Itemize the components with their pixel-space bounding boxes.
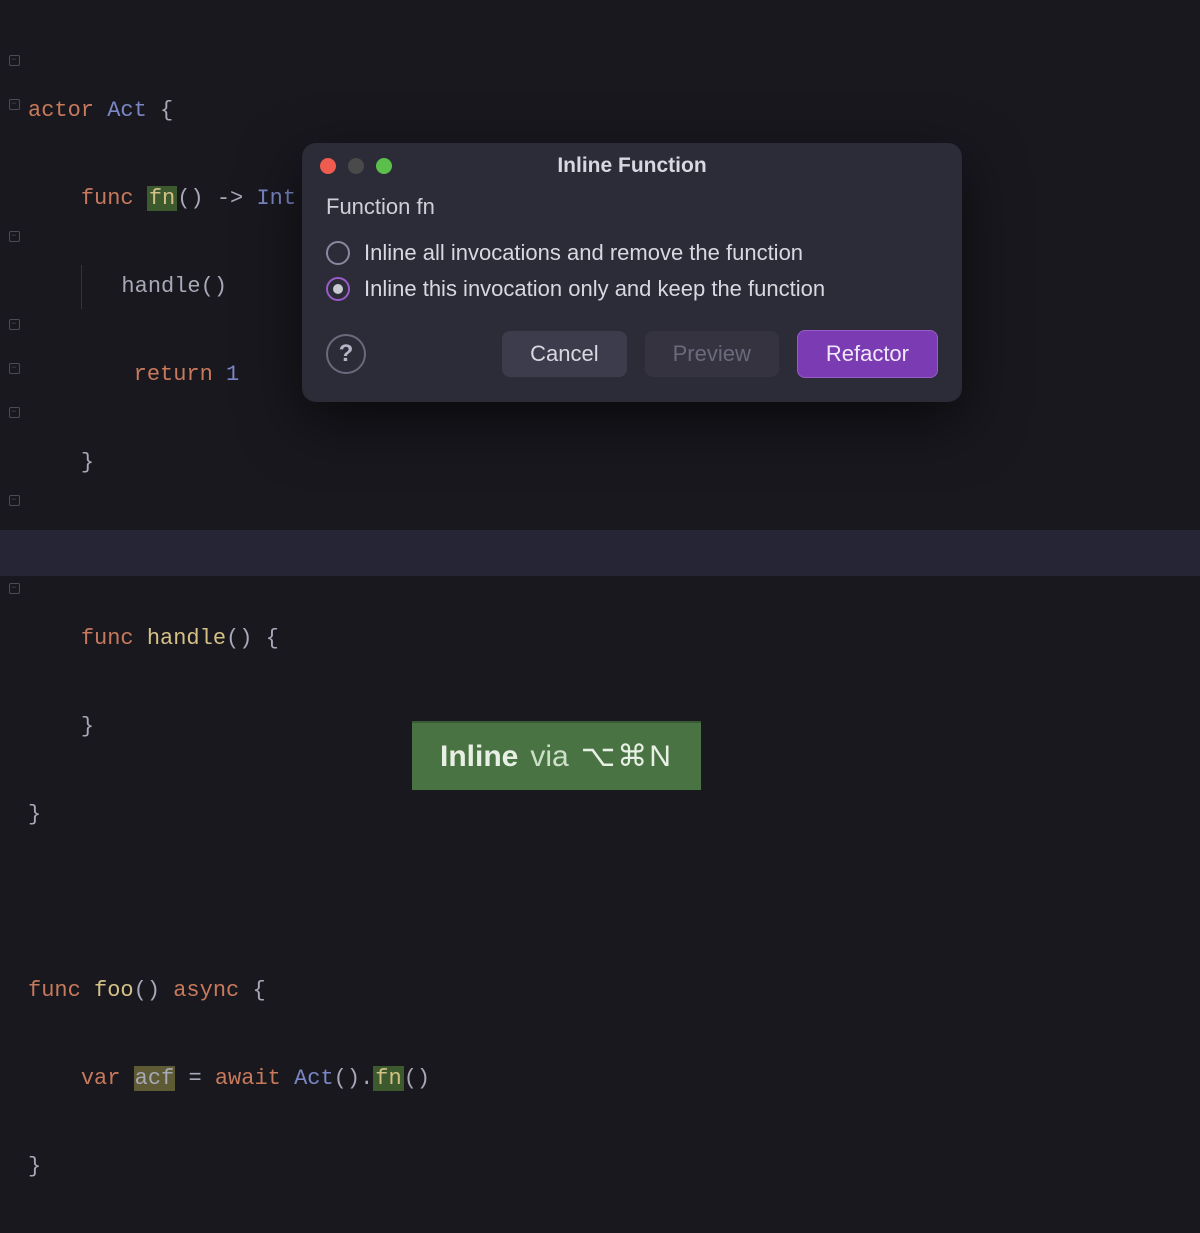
function-name-highlighted: fn: [373, 1066, 403, 1091]
minimize-window-button[interactable]: [348, 158, 364, 174]
keyword: await: [215, 1066, 281, 1091]
parens: (): [134, 978, 160, 1003]
radio-inline-this[interactable]: Inline this invocation only and keep the…: [326, 276, 938, 302]
fold-icon[interactable]: −: [9, 407, 20, 418]
type-name: Act: [107, 98, 147, 123]
brace: }: [81, 450, 94, 475]
parens: (): [404, 1066, 430, 1091]
parens: (): [226, 626, 252, 651]
brace: {: [252, 978, 265, 1003]
parens: (): [334, 1066, 360, 1091]
maximize-window-button[interactable]: [376, 158, 392, 174]
fold-icon[interactable]: −: [9, 583, 20, 594]
dialog-button-row: ? Cancel Preview Refactor: [326, 330, 938, 378]
dialog-title: Inline Function: [302, 154, 962, 178]
radio-label: Inline all invocations and remove the fu…: [364, 240, 803, 266]
parens: (): [177, 186, 203, 211]
fold-icon[interactable]: −: [9, 363, 20, 374]
fold-icon[interactable]: −: [9, 55, 20, 66]
dialog-subtitle: Function fn: [326, 194, 938, 220]
radio-label: Inline this invocation only and keep the…: [364, 276, 825, 302]
dialog-titlebar: Inline Function: [302, 143, 962, 184]
dot: .: [360, 1066, 373, 1091]
function-name-highlighted: fn: [147, 186, 177, 211]
editor-gutter: − − − − − − − −: [0, 0, 28, 790]
function-name: foo: [94, 978, 134, 1003]
keyword: return: [134, 362, 213, 387]
fold-icon[interactable]: −: [9, 231, 20, 242]
inline-options-radio-group: Inline all invocations and remove the fu…: [326, 240, 938, 302]
fold-icon[interactable]: −: [9, 495, 20, 506]
function-name: handle: [147, 626, 226, 651]
tooltip-shortcut: ⌥⌘N: [581, 739, 673, 774]
inline-function-dialog: Inline Function Function fn Inline all i…: [302, 143, 962, 402]
brace: }: [28, 802, 41, 827]
keyword: func: [81, 186, 134, 211]
refactor-button[interactable]: Refactor: [797, 330, 938, 378]
variable-name-highlighted: acf: [134, 1066, 176, 1091]
radio-icon: [326, 241, 350, 265]
type-name: Act: [294, 1066, 334, 1091]
keyword: func: [81, 626, 134, 651]
arrow: ->: [217, 186, 243, 211]
number-literal: 1: [226, 362, 239, 387]
keyword: actor: [28, 98, 94, 123]
brace: }: [81, 714, 94, 739]
brace: {: [160, 98, 173, 123]
help-button[interactable]: ?: [326, 334, 366, 374]
function-call: handle: [121, 274, 200, 299]
fold-icon[interactable]: −: [9, 99, 20, 110]
tooltip-action: Inline: [440, 740, 518, 774]
radio-inline-all[interactable]: Inline all invocations and remove the fu…: [326, 240, 938, 266]
keyword: func: [28, 978, 81, 1003]
parens: (): [201, 274, 227, 299]
brace: }: [28, 1154, 41, 1179]
preview-button[interactable]: Preview: [645, 331, 779, 377]
cancel-button[interactable]: Cancel: [502, 331, 626, 377]
type-name: Int: [256, 186, 296, 211]
window-controls: [320, 158, 392, 174]
shortcut-hint-tooltip: Inline via ⌥⌘N: [412, 721, 701, 790]
close-window-button[interactable]: [320, 158, 336, 174]
radio-icon-selected: [326, 277, 350, 301]
keyword: var: [81, 1066, 121, 1091]
fold-icon[interactable]: −: [9, 319, 20, 330]
keyword: async: [173, 978, 239, 1003]
operator: =: [188, 1066, 201, 1091]
tooltip-via: via: [530, 740, 568, 774]
brace: {: [266, 626, 279, 651]
